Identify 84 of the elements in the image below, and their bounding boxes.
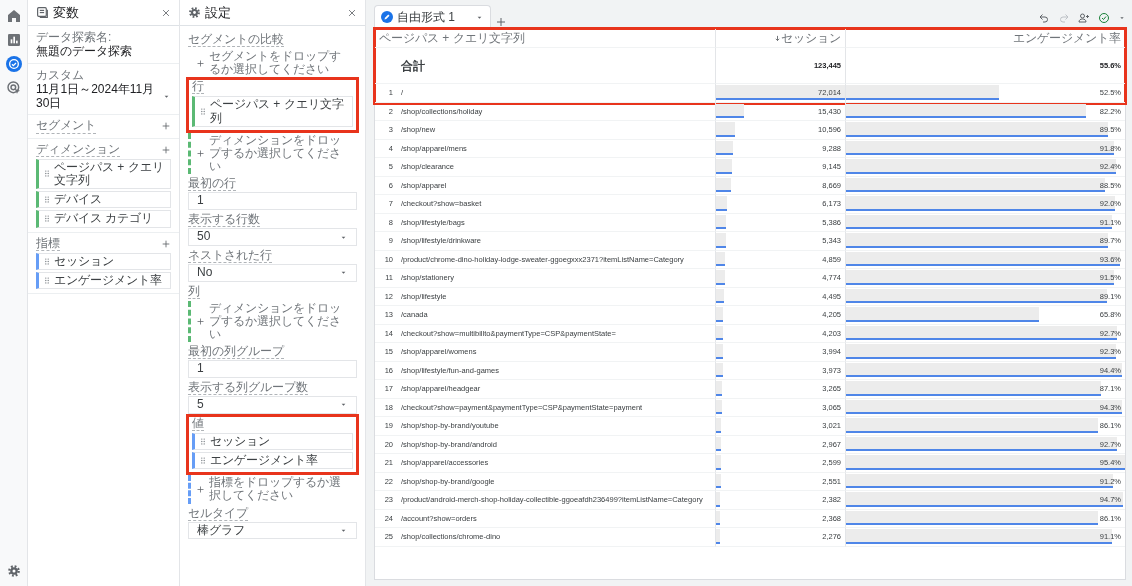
dimension-chip[interactable]: デバイス カテゴリ [36, 210, 171, 228]
section-label: セグメント [36, 119, 96, 134]
metric-chip[interactable]: エンゲージメント率 [192, 452, 353, 470]
pencil-icon [381, 11, 393, 23]
select-field[interactable]: 5 [188, 396, 357, 414]
variables-icon [36, 6, 49, 19]
select-field[interactable]: 50 [188, 228, 357, 246]
home-icon[interactable] [5, 8, 22, 24]
plus-icon [196, 484, 205, 494]
drag-handle-icon [200, 456, 206, 466]
drag-handle-icon [44, 195, 50, 205]
field-label: 表示する列グループ数 [188, 380, 308, 396]
drag-handle-icon [200, 107, 206, 117]
drop-hint: ディメンションをドロップするか選択してください [209, 133, 342, 174]
metric-chip[interactable]: エンゲージメント率 [36, 271, 171, 290]
name-field[interactable]: 無題のデータ探索 [36, 45, 132, 59]
field-label: 表示する行数 [188, 212, 260, 228]
column-header[interactable]: セッション [781, 29, 841, 47]
input-field[interactable]: 1 [188, 360, 357, 379]
explore-icon[interactable] [5, 56, 22, 72]
metric-chip[interactable]: セッション [36, 252, 171, 270]
field-label: ネストされた行 [188, 247, 272, 263]
field-label: 最初の行 [188, 176, 236, 192]
total-label: 合計 [401, 57, 425, 75]
drop-zone[interactable]: セグメントをドロップするか選択してください [188, 49, 357, 78]
drop-hint: セグメントをドロップするか選択してください [209, 50, 342, 77]
dimension-chip[interactable]: デバイス [36, 191, 171, 209]
chip-label: ページパス + クエリ文字列 [210, 98, 345, 125]
tab[interactable]: 自由形式 1 [374, 5, 491, 28]
plus-icon [196, 149, 205, 159]
field-label: 値 [192, 415, 204, 431]
input-field[interactable]: 1 [188, 192, 357, 211]
chip-label: エンゲージメント率 [210, 454, 318, 468]
panel-title: 変数 [53, 3, 80, 22]
metric-chip[interactable]: セッション [192, 432, 353, 451]
panel-title: 設定 [205, 3, 232, 22]
field-label: セグメントの比較 [188, 32, 284, 47]
chip-label: デバイス カテゴリ [54, 212, 154, 226]
column-header[interactable]: エンゲージメント率 [1013, 29, 1121, 47]
plus-icon [196, 317, 205, 326]
check-circle-icon[interactable] [1098, 12, 1110, 24]
undo-icon[interactable] [1038, 12, 1050, 24]
chip-label: ページパス + クエリ文字列 [54, 160, 165, 188]
plus-icon[interactable] [161, 144, 171, 155]
field-label: データ探索名: [36, 30, 112, 44]
plus-icon[interactable] [161, 121, 171, 132]
plus-icon [196, 58, 205, 68]
dimension-chip[interactable]: ページパス + クエリ文字列 [36, 158, 171, 190]
chip-label: セッション [210, 434, 270, 449]
select-field[interactable]: No [188, 263, 357, 282]
plus-icon[interactable] [161, 238, 171, 249]
drop-zone[interactable]: 指標をドロップするか選択してください [188, 475, 357, 504]
drop-zone[interactable]: ディメンションをドロップするか選択してください [188, 300, 357, 343]
drop-zone[interactable]: ディメンションをドロップするか選択してください [188, 132, 357, 175]
add-tab-icon[interactable] [495, 16, 507, 28]
target-icon[interactable] [5, 80, 22, 96]
dimension-chip[interactable]: ページパス + クエリ文字列 [192, 96, 353, 127]
drag-handle-icon [44, 256, 50, 266]
field-label: 最初の列グループ [188, 344, 284, 360]
drag-handle-icon [200, 436, 206, 446]
drag-handle-icon [44, 169, 50, 179]
bar-chart-icon[interactable] [5, 32, 22, 48]
sort-down-icon[interactable] [774, 34, 781, 42]
section-label: ディメンション [36, 142, 120, 157]
field-label: セルタイプ [188, 505, 248, 521]
share-person-icon[interactable] [1078, 12, 1090, 24]
drag-handle-icon [44, 276, 50, 285]
settings-icon [188, 6, 201, 19]
chip-label: エンゲージメント率 [54, 273, 162, 288]
chip-label: デバイス [54, 193, 102, 207]
close-icon[interactable] [347, 7, 357, 18]
section-label: 指標 [36, 236, 60, 251]
settings-icon[interactable] [6, 564, 21, 578]
field-label: カスタム [36, 67, 84, 82]
close-icon[interactable] [161, 7, 171, 18]
drag-handle-icon [44, 214, 50, 224]
drop-hint: 指標をドロップするか選択してください [209, 476, 342, 503]
field-label: 行 [192, 79, 204, 95]
chip-label: セッション [54, 254, 114, 268]
column-header[interactable]: ページパス + クエリ文字列 [379, 29, 525, 47]
drop-hint: ディメンションをドロップするか選択してください [209, 301, 342, 342]
date-range-select[interactable]: 11月1日～2024年11月30日 [36, 82, 158, 111]
field-label: 列 [188, 283, 200, 299]
select-field[interactable]: 棒グラフ [188, 521, 357, 540]
